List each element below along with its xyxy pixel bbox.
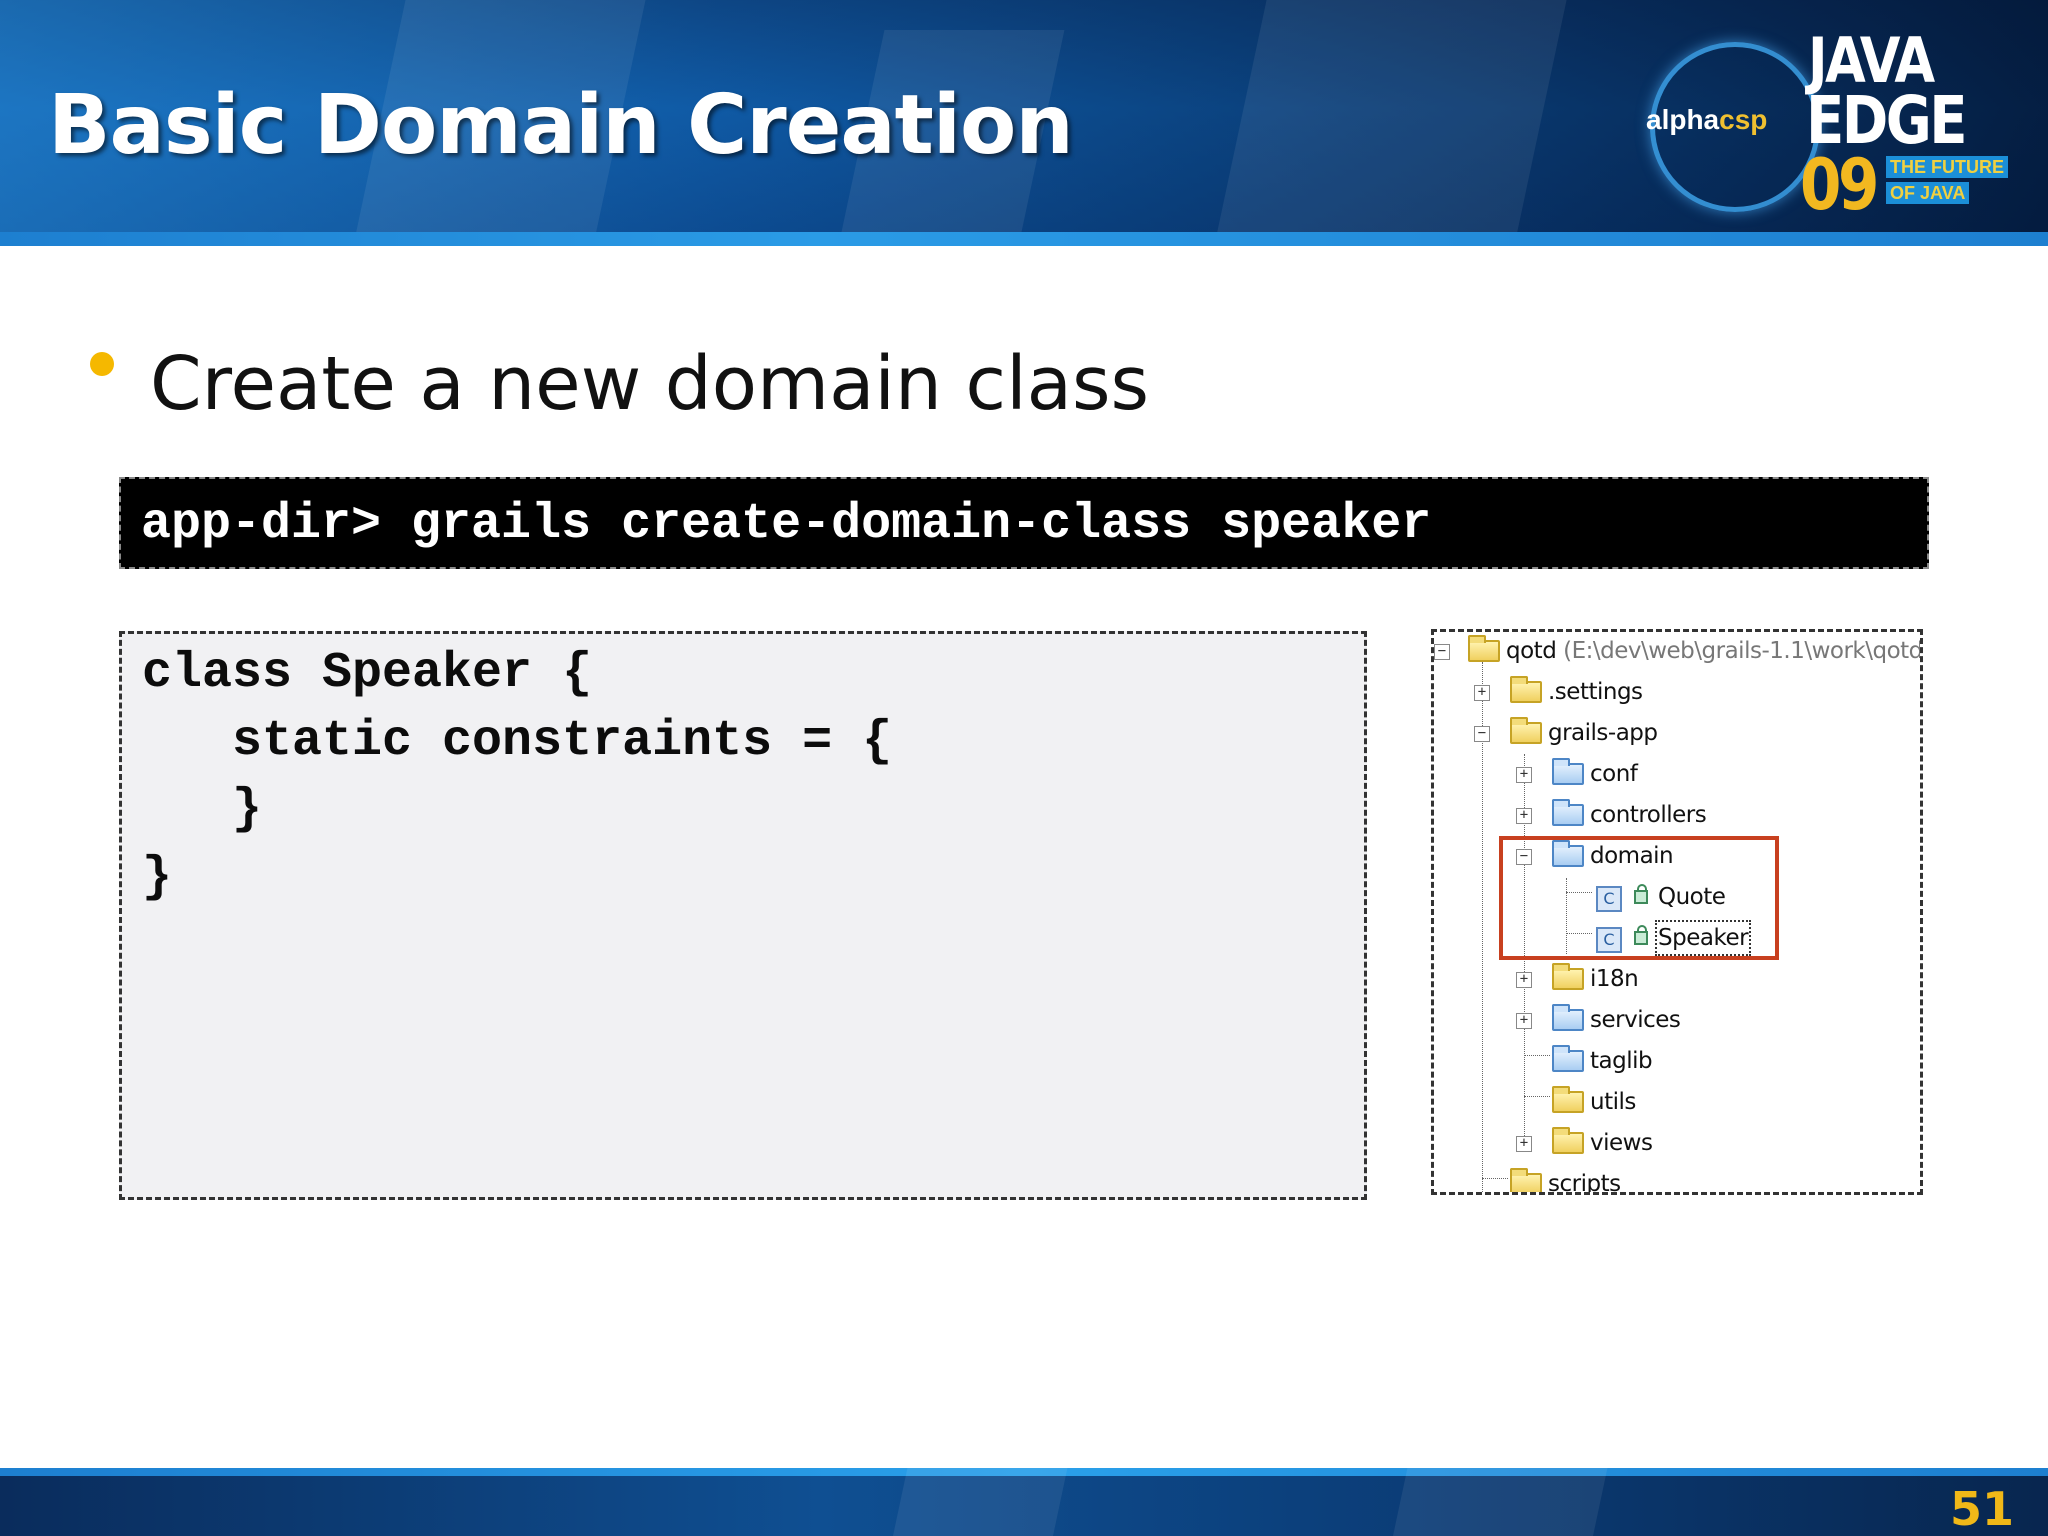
open-folder-icon — [1468, 635, 1500, 662]
java-edge-logo: alphacsp JAVA EDGE 09 THE FUTURE OF JAVA — [1640, 28, 2010, 226]
collapse-icon[interactable]: − — [1474, 726, 1490, 742]
tree-label-scripts: scripts — [1548, 1171, 1621, 1195]
code-line: } — [142, 849, 173, 906]
command-text: app-dir> grails create-domain-class spea… — [141, 496, 1432, 553]
tree-label-conf: conf — [1590, 761, 1638, 787]
tree-label-qotd: qotd (E:\dev\web\grails-1.1\work\qotd) — [1506, 636, 1923, 666]
bullet-icon — [90, 352, 114, 376]
tree-root-name: qotd — [1506, 638, 1557, 664]
tree-label-utils: utils — [1590, 1089, 1636, 1115]
tree-item-taglib[interactable]: taglib — [1434, 1042, 1920, 1082]
page-number: 51 — [1949, 1482, 2014, 1536]
tree-item-utils[interactable]: utils — [1434, 1083, 1920, 1123]
tree-item-qotd[interactable]: − qotd (E:\dev\web\grails-1.1\work\qotd) — [1434, 632, 1923, 672]
tree-item-grails-app[interactable]: − grails-app — [1434, 714, 1920, 754]
tree-label-i18n: i18n — [1590, 966, 1639, 992]
folder-icon — [1552, 1127, 1584, 1154]
command-box: app-dir> grails create-domain-class spea… — [119, 477, 1929, 569]
expand-icon[interactable]: + — [1516, 972, 1532, 988]
expand-icon[interactable]: + — [1516, 767, 1532, 783]
code-line: } — [142, 781, 263, 838]
folder-icon — [1510, 1168, 1542, 1192]
open-folder-icon — [1510, 717, 1542, 744]
tree-item-scripts[interactable]: scripts — [1434, 1165, 1920, 1195]
domain-highlight-box — [1499, 836, 1779, 960]
expand-icon[interactable]: + — [1516, 808, 1532, 824]
tree-item-i18n[interactable]: + i18n — [1434, 960, 1920, 1000]
code-box: class Speaker { static constraints = { }… — [119, 631, 1367, 1200]
folder-icon — [1552, 758, 1584, 785]
tree-label-views: views — [1590, 1130, 1653, 1156]
tree-item-services[interactable]: + services — [1434, 1001, 1920, 1041]
slide-footer — [0, 1468, 2048, 1536]
footer-decoration — [1390, 1468, 1610, 1536]
tree-item-settings[interactable]: + .settings — [1434, 673, 1920, 713]
slide-title: Basic Domain Creation — [48, 78, 1074, 173]
tree-label-services: services — [1590, 1007, 1681, 1033]
tree-label-taglib: taglib — [1590, 1048, 1653, 1074]
footer-decoration — [890, 1468, 1070, 1536]
tree-label-controllers: controllers — [1590, 802, 1707, 828]
code-line: class Speaker { — [142, 645, 593, 702]
logo-alpha-text: alpha — [1646, 104, 1720, 135]
logo-year-text: 09 — [1800, 144, 1879, 226]
tree-item-views[interactable]: + views — [1434, 1124, 1920, 1164]
expand-icon[interactable]: + — [1516, 1013, 1532, 1029]
logo-tagline-2: OF JAVA — [1886, 182, 1970, 204]
bullet-text: Create a new domain class — [150, 341, 1150, 427]
folder-icon — [1552, 963, 1584, 990]
tree-root-path: (E:\dev\web\grails-1.1\work\qotd) — [1563, 638, 1923, 664]
header-decoration — [1211, 0, 1569, 240]
tree-item-conf[interactable]: + conf — [1434, 755, 1920, 795]
logo-alphacsp: alphacsp — [1646, 104, 1767, 136]
expand-icon[interactable]: + — [1474, 685, 1490, 701]
tree-item-controllers[interactable]: + controllers — [1434, 796, 1920, 836]
logo-csp-text: csp — [1719, 104, 1768, 135]
folder-icon — [1552, 799, 1584, 826]
folder-icon — [1552, 1045, 1584, 1072]
code-line: static constraints = { — [142, 713, 893, 770]
folder-icon — [1552, 1004, 1584, 1031]
expand-icon[interactable]: + — [1516, 1136, 1532, 1152]
folder-icon — [1552, 1086, 1584, 1113]
tree-label-grails-app: grails-app — [1548, 720, 1658, 746]
logo-tagline-1: THE FUTURE — [1886, 156, 2008, 178]
collapse-icon[interactable]: − — [1434, 644, 1450, 660]
tree-label-settings: .settings — [1548, 679, 1643, 705]
header-stripe — [0, 232, 2048, 246]
folder-icon — [1510, 676, 1542, 703]
